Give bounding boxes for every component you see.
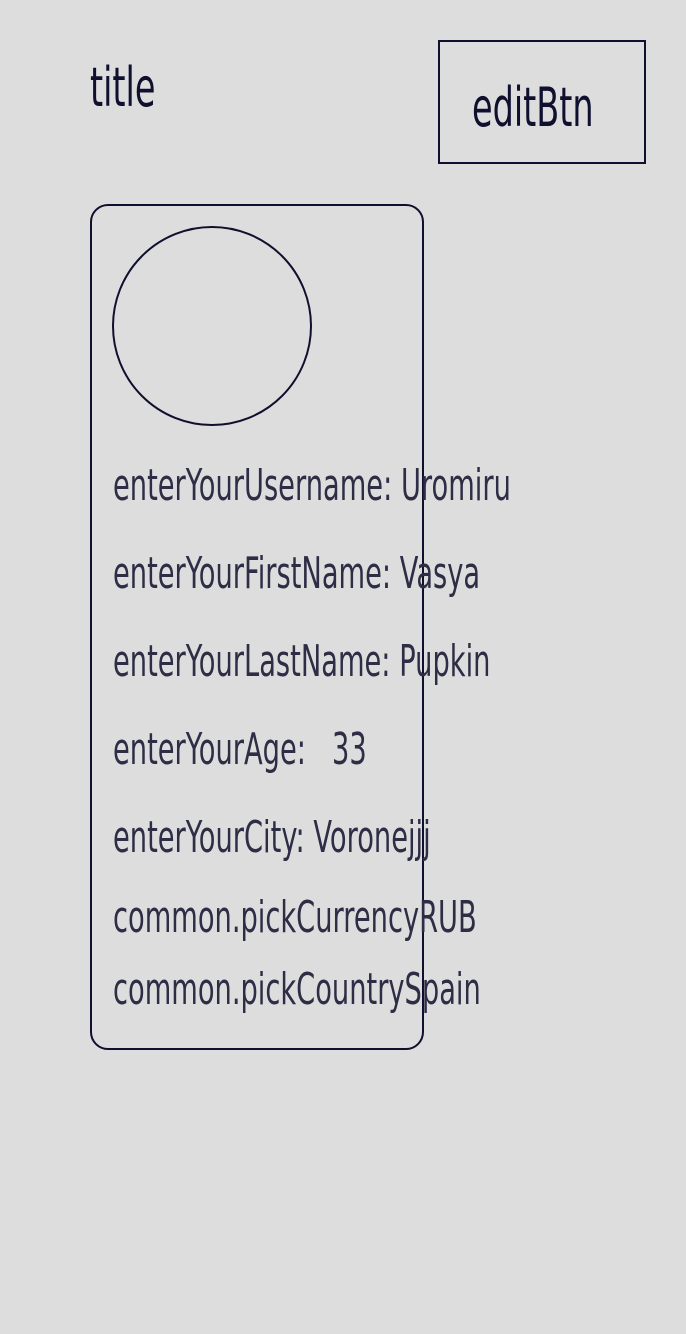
profile-screen: title editBtn enterYourUsername: Uromiru…: [0, 0, 686, 1334]
city-row: enterYourCity: Voronejjj: [113, 812, 431, 863]
currency-label: common.pickCurrency: [113, 892, 420, 943]
last-name-label: enterYourLastName:: [113, 636, 391, 687]
username-value: Uromiru: [400, 460, 511, 511]
avatar: [112, 226, 312, 426]
age-label: enterYourAge:: [113, 724, 306, 775]
country-label: common.pickCountry: [113, 964, 405, 1015]
country-row: common.pickCountrySpain: [113, 964, 481, 1015]
currency-row: common.pickCurrencyRUB: [113, 892, 477, 943]
age-value: 33: [331, 724, 367, 775]
page-title: title: [90, 56, 156, 119]
city-value: Voronejjj: [313, 812, 431, 863]
country-value: Spain: [404, 964, 481, 1015]
currency-value: RUB: [419, 892, 477, 943]
username-label: enterYourUsername:: [113, 460, 393, 511]
first-name-label: enterYourFirstName:: [113, 548, 392, 599]
edit-button-label: editBtn: [472, 76, 594, 139]
last-name-value: Pupkin: [399, 636, 491, 687]
username-row: enterYourUsername: Uromiru: [113, 460, 511, 511]
first-name-value: Vasya: [399, 548, 481, 599]
edit-button[interactable]: editBtn: [438, 40, 646, 164]
city-label: enterYourCity:: [113, 812, 305, 863]
last-name-row: enterYourLastName: Pupkin: [113, 636, 491, 687]
age-row: enterYourAge: 33: [113, 724, 367, 775]
first-name-row: enterYourFirstName: Vasya: [113, 548, 481, 599]
